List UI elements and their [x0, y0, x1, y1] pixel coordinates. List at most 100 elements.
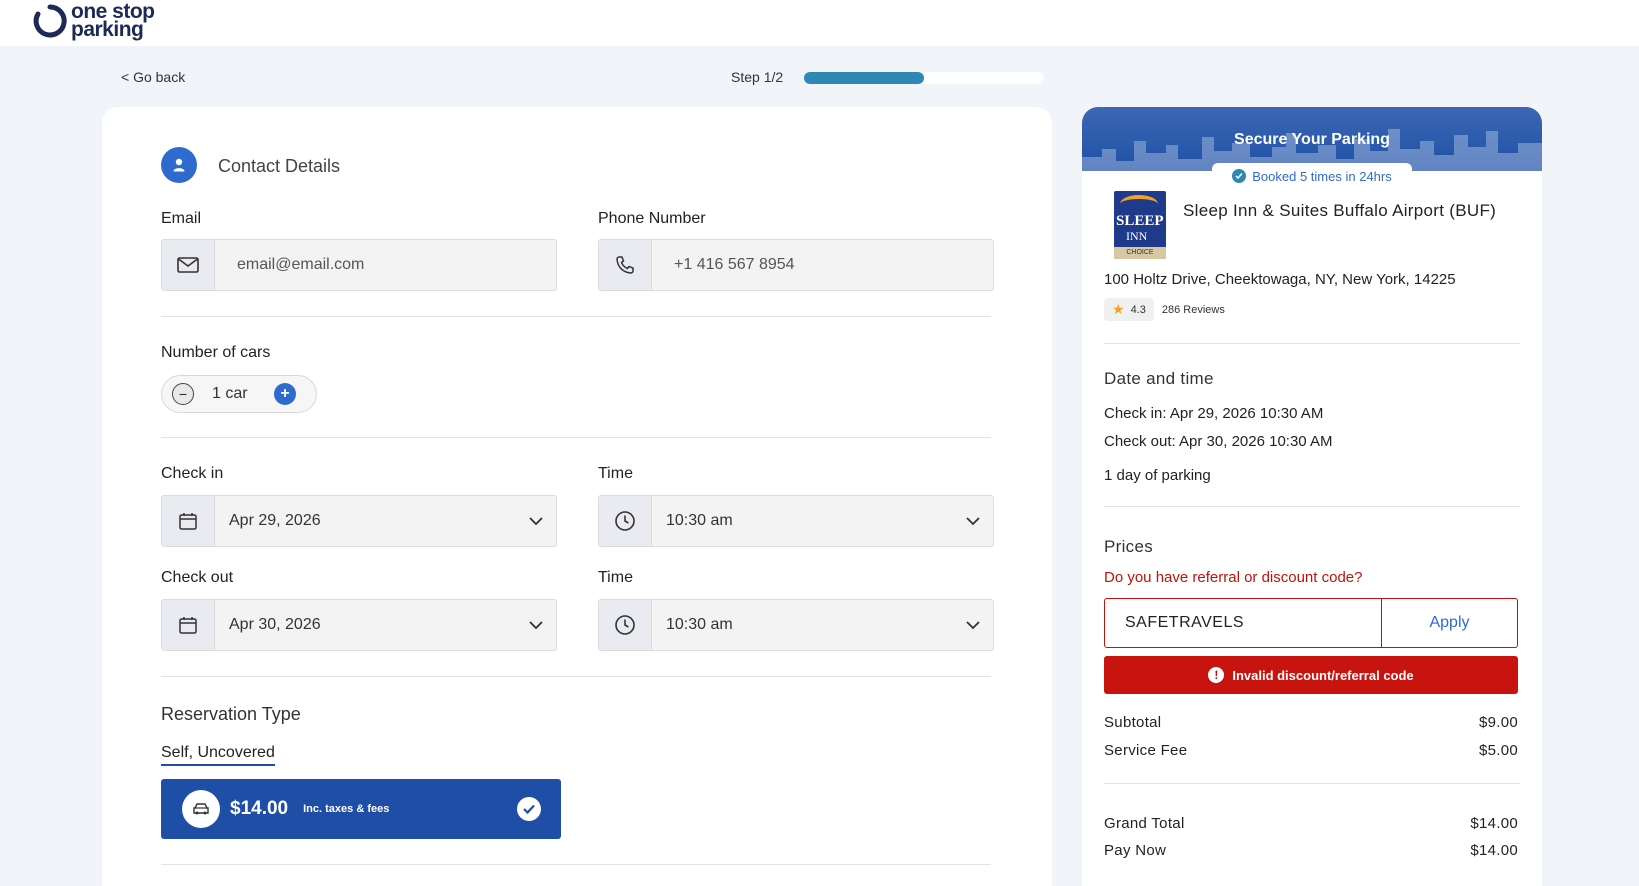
booked-text: Booked 5 times in 24hrs [1252, 168, 1392, 184]
increase-cars-button[interactable]: + [274, 383, 296, 405]
phone-icon [599, 240, 652, 290]
checkout-label: Check out [161, 569, 234, 586]
hotel-name: Sleep Inn & Suites Buffalo Airport (BUF) [1183, 201, 1497, 220]
clock-icon [599, 496, 652, 546]
progress-bar [804, 72, 1044, 84]
booking-summary-card: Secure Your Parking Booked 5 times in 24… [1082, 107, 1542, 886]
review-count[interactable]: 286 Reviews [1162, 304, 1225, 316]
checkout-date-value: Apr 30, 2026 [229, 616, 321, 633]
checkout-date-select[interactable]: Apr 30, 2026 [161, 599, 557, 651]
grand-total-row: Grand Total $14.00 [1104, 815, 1518, 832]
discount-error-text: Invalid discount/referral code [1232, 667, 1414, 683]
grand-total-value: $14.00 [1470, 815, 1518, 832]
brand-logo[interactable]: one stop parking [32, 1, 155, 41]
decrease-cars-button[interactable]: − [172, 383, 194, 405]
check-icon [517, 797, 541, 821]
checkin-label: Check in [161, 465, 224, 482]
chevron-down-icon [953, 620, 993, 630]
summary-checkin: Check in: Apr 29, 2026 10:30 AM [1104, 405, 1324, 422]
phone-value: +1 416 567 8954 [674, 256, 795, 273]
booking-form-card: Contact Details Email email@email.com Ph… [102, 107, 1052, 886]
prices-title: Prices [1104, 537, 1154, 556]
divider [1104, 783, 1520, 784]
calendar-icon [162, 600, 215, 650]
email-label: Email [161, 210, 202, 227]
hotel-address: 100 Holtz Drive, Cheektowaga, NY, New Yo… [1104, 271, 1456, 288]
subtotal-label: Subtotal [1104, 714, 1162, 731]
apply-button[interactable]: Apply [1381, 599, 1517, 647]
top-bar: one stop parking [0, 0, 1639, 46]
email-value: email@email.com [237, 256, 365, 273]
divider [161, 316, 991, 317]
checkin-time-select[interactable]: 10:30 am [598, 495, 994, 547]
checkin-date-select[interactable]: Apr 29, 2026 [161, 495, 557, 547]
divider [161, 437, 991, 438]
cars-value: 1 car [212, 385, 248, 402]
summary-banner-title: Secure Your Parking [1234, 131, 1390, 148]
brand-line2: parking [71, 18, 144, 41]
discount-code-input[interactable]: SAFETRAVELS [1105, 599, 1381, 647]
divider [1104, 506, 1520, 507]
chevron-down-icon [953, 516, 993, 526]
rating-badge: ★ 4.3 [1104, 298, 1154, 321]
booked-badge: Booked 5 times in 24hrs [1212, 163, 1412, 189]
hotel-logo-text1: SLEEP [1116, 213, 1164, 229]
grand-total-label: Grand Total [1104, 815, 1185, 832]
brand-name: one stop parking [71, 1, 155, 41]
star-icon: ★ [1112, 301, 1125, 317]
subtotal-row: Subtotal $9.00 [1104, 714, 1518, 731]
mail-icon [162, 240, 215, 290]
user-icon [161, 147, 197, 183]
divider [1104, 343, 1520, 344]
checkout-time-label: Time [598, 569, 633, 586]
checkin-time-label: Time [598, 465, 633, 482]
reservation-option-selected[interactable]: $14.00 Inc. taxes & fees [161, 779, 561, 839]
checkout-time-select[interactable]: 10:30 am [598, 599, 994, 651]
service-fee-row: Service Fee $5.00 [1104, 742, 1518, 759]
reservation-type-title: Reservation Type [161, 704, 301, 724]
cars-stepper: − 1 car + [161, 375, 317, 413]
rating-value: 4.3 [1130, 303, 1146, 316]
hotel-logo-strip: CHOICE [1114, 247, 1166, 259]
checkin-date-value: Apr 29, 2026 [229, 512, 321, 529]
chevron-down-icon [516, 516, 556, 526]
discount-error-banner: ! Invalid discount/referral code [1104, 656, 1518, 694]
calendar-icon [162, 496, 215, 546]
discount-code-form: SAFETRAVELS Apply [1104, 598, 1518, 648]
service-fee-value: $5.00 [1478, 742, 1518, 759]
progress-fill [804, 72, 924, 84]
summary-duration: 1 day of parking [1104, 467, 1211, 484]
go-back-link[interactable]: < Go back [121, 69, 185, 85]
phone-label: Phone Number [598, 210, 706, 227]
summary-banner: Secure Your Parking [1082, 107, 1542, 171]
checkout-time-value: 10:30 am [666, 616, 733, 633]
section-title-contact: Contact Details [218, 156, 341, 176]
hotel-rating: ★ 4.3 286 Reviews [1104, 298, 1225, 321]
email-field[interactable]: email@email.com [161, 239, 557, 291]
cars-label: Number of cars [161, 344, 271, 361]
divider [161, 676, 991, 677]
tab-self-uncovered[interactable]: Self, Uncovered [161, 744, 275, 766]
pay-now-label: Pay Now [1104, 842, 1167, 859]
chevron-down-icon [516, 620, 556, 630]
pay-now-value: $14.00 [1470, 842, 1518, 859]
date-time-title: Date and time [1104, 369, 1214, 388]
summary-checkout: Check out: Apr 30, 2026 10:30 AM [1104, 433, 1333, 450]
phone-field[interactable]: +1 416 567 8954 [598, 239, 994, 291]
step-indicator: Step 1/2 [731, 69, 784, 85]
verified-check-icon [1232, 169, 1247, 183]
hotel-logo-arc [1120, 195, 1158, 213]
hotel-logo-text2: INN [1126, 229, 1148, 243]
reservation-price: $14.00 [230, 798, 289, 819]
reservation-price-note: Inc. taxes & fees [303, 803, 390, 815]
hotel-logo: SLEEP INN CHOICE [1114, 191, 1166, 259]
clock-icon [599, 600, 652, 650]
car-icon [182, 790, 220, 828]
pay-now-row: Pay Now $14.00 [1104, 842, 1518, 859]
checkin-time-value: 10:30 am [666, 512, 733, 529]
service-fee-label: Service Fee [1104, 742, 1188, 759]
discount-question-link[interactable]: Do you have referral or discount code? [1104, 569, 1362, 586]
alert-icon: ! [1208, 667, 1225, 683]
subtotal-value: $9.00 [1478, 714, 1518, 731]
logo-mark-icon [33, 4, 67, 38]
